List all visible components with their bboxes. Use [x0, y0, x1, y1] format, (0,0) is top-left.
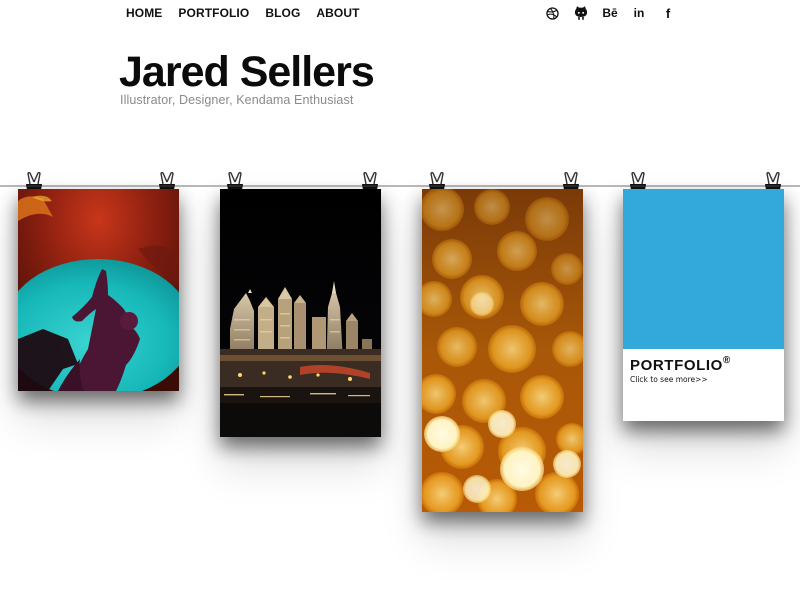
hanging-wire	[0, 185, 800, 187]
gallery-photo-bokeh[interactable]	[422, 189, 583, 512]
nav-about-link[interactable]: ABOUT	[316, 6, 359, 20]
site-title: Jared Sellers	[119, 48, 375, 96]
portfolio-see-more-link[interactable]: Click to see more>>	[630, 375, 708, 384]
behance-icon[interactable]: Bē	[601, 4, 619, 22]
nav-home-link[interactable]: HOME	[126, 6, 162, 20]
gallery-photo-silhouette[interactable]	[18, 189, 179, 391]
dribbble-icon[interactable]	[543, 4, 561, 22]
portfolio-card-title: PORTFOLIO®	[630, 355, 731, 374]
social-links: Bē in f	[543, 4, 677, 22]
gallery-photo-las-vegas[interactable]	[220, 189, 381, 437]
nav-blog-link[interactable]: BLOG	[265, 6, 300, 20]
facebook-icon[interactable]: f	[659, 4, 677, 22]
site-tagline: Illustrator, Designer, Kendama Enthusias…	[120, 93, 354, 107]
main-nav: HOME PORTFOLIO BLOG ABOUT	[126, 5, 360, 21]
nav-portfolio-link[interactable]: PORTFOLIO	[178, 6, 249, 20]
linkedin-icon[interactable]: in	[630, 4, 648, 22]
github-icon[interactable]	[572, 4, 590, 22]
portfolio-card[interactable]: PORTFOLIO® Click to see more>>	[623, 189, 784, 421]
portfolio-card-color	[623, 189, 784, 349]
